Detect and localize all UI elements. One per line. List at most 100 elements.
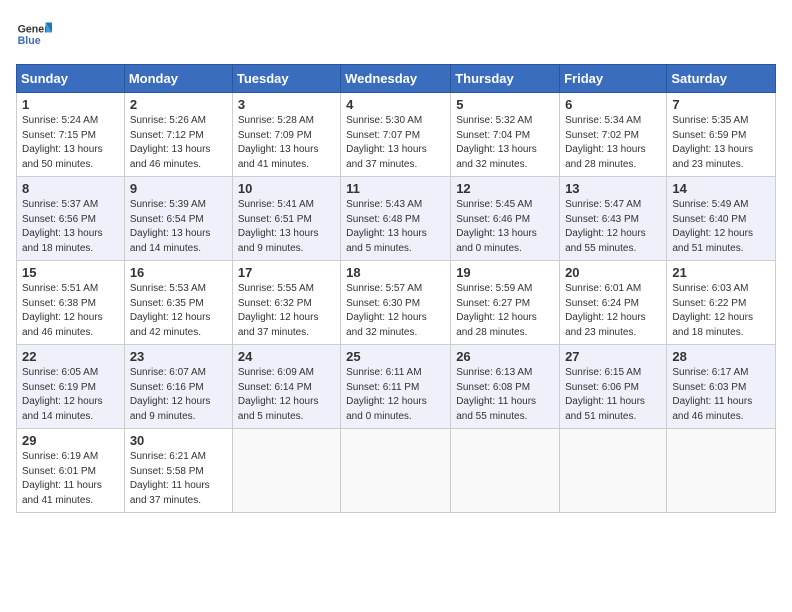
calendar-cell: 3 Sunrise: 5:28 AMSunset: 7:09 PMDayligh… bbox=[232, 93, 340, 177]
day-info: Sunrise: 5:34 AMSunset: 7:02 PMDaylight:… bbox=[565, 115, 646, 170]
day-info: Sunrise: 6:09 AMSunset: 6:14 PMDaylight:… bbox=[238, 367, 319, 422]
day-info: Sunrise: 5:43 AMSunset: 6:48 PMDaylight:… bbox=[346, 199, 427, 254]
day-number: 28 bbox=[672, 349, 770, 364]
header-monday: Monday bbox=[124, 65, 232, 93]
day-info: Sunrise: 6:01 AMSunset: 6:24 PMDaylight:… bbox=[565, 283, 646, 338]
calendar-cell: 20 Sunrise: 6:01 AMSunset: 6:24 PMDaylig… bbox=[560, 261, 667, 345]
calendar-cell: 19 Sunrise: 5:59 AMSunset: 6:27 PMDaylig… bbox=[451, 261, 560, 345]
calendar-row-5: 29 Sunrise: 6:19 AMSunset: 6:01 PMDaylig… bbox=[17, 429, 776, 513]
calendar-cell bbox=[451, 429, 560, 513]
day-info: Sunrise: 6:07 AMSunset: 6:16 PMDaylight:… bbox=[130, 367, 211, 422]
calendar-row-3: 15 Sunrise: 5:51 AMSunset: 6:38 PMDaylig… bbox=[17, 261, 776, 345]
calendar-header-row: SundayMondayTuesdayWednesdayThursdayFrid… bbox=[17, 65, 776, 93]
calendar-cell: 21 Sunrise: 6:03 AMSunset: 6:22 PMDaylig… bbox=[667, 261, 776, 345]
day-info: Sunrise: 5:51 AMSunset: 6:38 PMDaylight:… bbox=[22, 283, 103, 338]
calendar-cell: 27 Sunrise: 6:15 AMSunset: 6:06 PMDaylig… bbox=[560, 345, 667, 429]
day-number: 4 bbox=[346, 97, 445, 112]
header-tuesday: Tuesday bbox=[232, 65, 340, 93]
day-info: Sunrise: 6:15 AMSunset: 6:06 PMDaylight:… bbox=[565, 367, 645, 422]
day-info: Sunrise: 6:13 AMSunset: 6:08 PMDaylight:… bbox=[456, 367, 536, 422]
day-number: 29 bbox=[22, 433, 119, 448]
calendar-cell: 14 Sunrise: 5:49 AMSunset: 6:40 PMDaylig… bbox=[667, 177, 776, 261]
day-number: 13 bbox=[565, 181, 661, 196]
day-info: Sunrise: 5:49 AMSunset: 6:40 PMDaylight:… bbox=[672, 199, 753, 254]
day-info: Sunrise: 5:45 AMSunset: 6:46 PMDaylight:… bbox=[456, 199, 537, 254]
calendar-table: SundayMondayTuesdayWednesdayThursdayFrid… bbox=[16, 64, 776, 513]
header-saturday: Saturday bbox=[667, 65, 776, 93]
calendar-cell: 25 Sunrise: 6:11 AMSunset: 6:11 PMDaylig… bbox=[341, 345, 451, 429]
calendar-cell bbox=[667, 429, 776, 513]
calendar-cell: 6 Sunrise: 5:34 AMSunset: 7:02 PMDayligh… bbox=[560, 93, 667, 177]
day-number: 6 bbox=[565, 97, 661, 112]
day-info: Sunrise: 5:57 AMSunset: 6:30 PMDaylight:… bbox=[346, 283, 427, 338]
calendar-row-1: 1 Sunrise: 5:24 AMSunset: 7:15 PMDayligh… bbox=[17, 93, 776, 177]
day-info: Sunrise: 6:21 AMSunset: 5:58 PMDaylight:… bbox=[130, 451, 210, 506]
calendar-cell: 18 Sunrise: 5:57 AMSunset: 6:30 PMDaylig… bbox=[341, 261, 451, 345]
day-number: 21 bbox=[672, 265, 770, 280]
day-info: Sunrise: 5:55 AMSunset: 6:32 PMDaylight:… bbox=[238, 283, 319, 338]
calendar-cell: 2 Sunrise: 5:26 AMSunset: 7:12 PMDayligh… bbox=[124, 93, 232, 177]
calendar-row-2: 8 Sunrise: 5:37 AMSunset: 6:56 PMDayligh… bbox=[17, 177, 776, 261]
logo-icon: General Blue bbox=[16, 16, 52, 52]
header-thursday: Thursday bbox=[451, 65, 560, 93]
day-number: 26 bbox=[456, 349, 554, 364]
day-info: Sunrise: 6:05 AMSunset: 6:19 PMDaylight:… bbox=[22, 367, 103, 422]
svg-text:Blue: Blue bbox=[18, 35, 41, 47]
header-sunday: Sunday bbox=[17, 65, 125, 93]
day-number: 3 bbox=[238, 97, 335, 112]
header-wednesday: Wednesday bbox=[341, 65, 451, 93]
calendar-cell: 24 Sunrise: 6:09 AMSunset: 6:14 PMDaylig… bbox=[232, 345, 340, 429]
logo: General Blue bbox=[16, 16, 56, 52]
day-number: 17 bbox=[238, 265, 335, 280]
calendar-cell: 1 Sunrise: 5:24 AMSunset: 7:15 PMDayligh… bbox=[17, 93, 125, 177]
calendar-cell: 13 Sunrise: 5:47 AMSunset: 6:43 PMDaylig… bbox=[560, 177, 667, 261]
calendar-cell: 30 Sunrise: 6:21 AMSunset: 5:58 PMDaylig… bbox=[124, 429, 232, 513]
calendar-cell: 16 Sunrise: 5:53 AMSunset: 6:35 PMDaylig… bbox=[124, 261, 232, 345]
day-number: 27 bbox=[565, 349, 661, 364]
calendar-row-4: 22 Sunrise: 6:05 AMSunset: 6:19 PMDaylig… bbox=[17, 345, 776, 429]
calendar-cell: 8 Sunrise: 5:37 AMSunset: 6:56 PMDayligh… bbox=[17, 177, 125, 261]
page-header: General Blue bbox=[16, 16, 776, 52]
day-number: 30 bbox=[130, 433, 227, 448]
day-number: 10 bbox=[238, 181, 335, 196]
day-number: 20 bbox=[565, 265, 661, 280]
day-info: Sunrise: 6:17 AMSunset: 6:03 PMDaylight:… bbox=[672, 367, 752, 422]
calendar-cell: 15 Sunrise: 5:51 AMSunset: 6:38 PMDaylig… bbox=[17, 261, 125, 345]
day-info: Sunrise: 6:11 AMSunset: 6:11 PMDaylight:… bbox=[346, 367, 427, 422]
day-info: Sunrise: 5:26 AMSunset: 7:12 PMDaylight:… bbox=[130, 115, 211, 170]
day-info: Sunrise: 6:03 AMSunset: 6:22 PMDaylight:… bbox=[672, 283, 753, 338]
day-number: 1 bbox=[22, 97, 119, 112]
day-info: Sunrise: 5:59 AMSunset: 6:27 PMDaylight:… bbox=[456, 283, 537, 338]
day-number: 24 bbox=[238, 349, 335, 364]
day-info: Sunrise: 5:24 AMSunset: 7:15 PMDaylight:… bbox=[22, 115, 103, 170]
day-number: 15 bbox=[22, 265, 119, 280]
calendar-cell bbox=[232, 429, 340, 513]
calendar-cell: 28 Sunrise: 6:17 AMSunset: 6:03 PMDaylig… bbox=[667, 345, 776, 429]
day-number: 5 bbox=[456, 97, 554, 112]
day-number: 9 bbox=[130, 181, 227, 196]
day-info: Sunrise: 5:28 AMSunset: 7:09 PMDaylight:… bbox=[238, 115, 319, 170]
calendar-cell: 9 Sunrise: 5:39 AMSunset: 6:54 PMDayligh… bbox=[124, 177, 232, 261]
day-info: Sunrise: 5:37 AMSunset: 6:56 PMDaylight:… bbox=[22, 199, 103, 254]
day-info: Sunrise: 5:47 AMSunset: 6:43 PMDaylight:… bbox=[565, 199, 646, 254]
day-number: 19 bbox=[456, 265, 554, 280]
day-info: Sunrise: 5:41 AMSunset: 6:51 PMDaylight:… bbox=[238, 199, 319, 254]
day-info: Sunrise: 5:39 AMSunset: 6:54 PMDaylight:… bbox=[130, 199, 211, 254]
day-number: 25 bbox=[346, 349, 445, 364]
calendar-cell: 12 Sunrise: 5:45 AMSunset: 6:46 PMDaylig… bbox=[451, 177, 560, 261]
calendar-cell: 4 Sunrise: 5:30 AMSunset: 7:07 PMDayligh… bbox=[341, 93, 451, 177]
calendar-cell: 17 Sunrise: 5:55 AMSunset: 6:32 PMDaylig… bbox=[232, 261, 340, 345]
day-info: Sunrise: 6:19 AMSunset: 6:01 PMDaylight:… bbox=[22, 451, 102, 506]
day-number: 18 bbox=[346, 265, 445, 280]
day-info: Sunrise: 5:32 AMSunset: 7:04 PMDaylight:… bbox=[456, 115, 537, 170]
calendar-cell bbox=[341, 429, 451, 513]
day-info: Sunrise: 5:53 AMSunset: 6:35 PMDaylight:… bbox=[130, 283, 211, 338]
day-number: 7 bbox=[672, 97, 770, 112]
day-number: 8 bbox=[22, 181, 119, 196]
day-number: 2 bbox=[130, 97, 227, 112]
day-number: 16 bbox=[130, 265, 227, 280]
calendar-cell: 11 Sunrise: 5:43 AMSunset: 6:48 PMDaylig… bbox=[341, 177, 451, 261]
calendar-cell: 22 Sunrise: 6:05 AMSunset: 6:19 PMDaylig… bbox=[17, 345, 125, 429]
day-number: 11 bbox=[346, 181, 445, 196]
calendar-cell: 29 Sunrise: 6:19 AMSunset: 6:01 PMDaylig… bbox=[17, 429, 125, 513]
